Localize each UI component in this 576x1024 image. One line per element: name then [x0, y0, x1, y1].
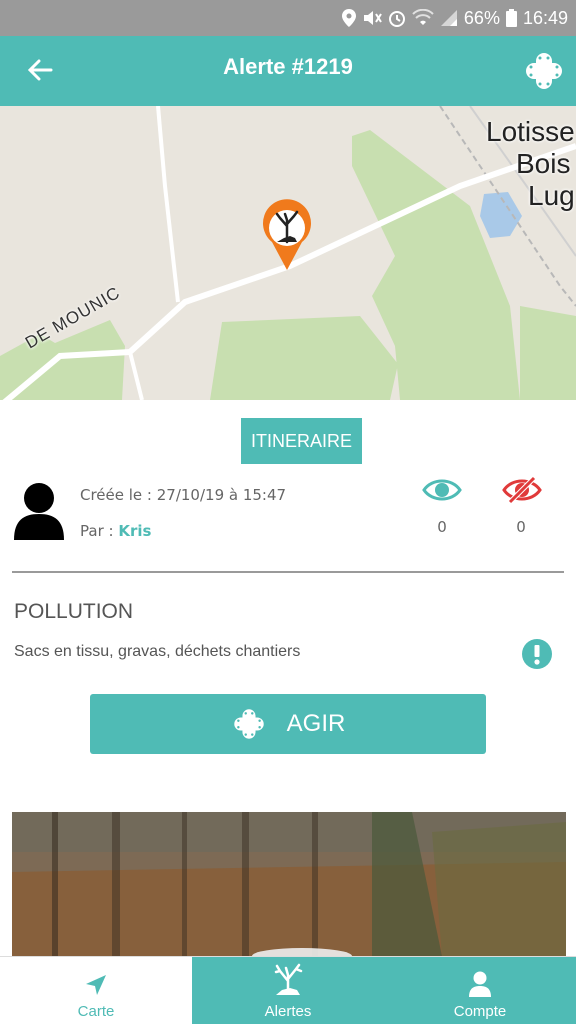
alert-photo[interactable] — [12, 812, 566, 956]
bottom-nav: Carte Alertes Compte — [0, 956, 576, 1024]
act-button[interactable]: AGIR — [90, 694, 486, 754]
act-button-label: AGIR — [286, 710, 346, 737]
eye-off-icon — [502, 476, 542, 504]
nav-item-carte[interactable]: Carte — [0, 957, 192, 1024]
bandage-plus-icon — [526, 53, 562, 89]
status-bar: 66% 16:49 — [0, 0, 576, 36]
views-count: 0 — [437, 518, 447, 536]
nav-label: Compte — [453, 1003, 507, 1020]
nav-item-alertes[interactable]: Alertes — [192, 957, 384, 1024]
user-silhouette-icon — [14, 483, 64, 540]
hidden-button[interactable] — [502, 474, 542, 506]
battery-percent: 66% — [463, 7, 500, 28]
created-date: Créée le : 27/10/19 à 15:47 — [80, 486, 287, 504]
exclamation-icon — [522, 639, 552, 669]
alert-description: Sacs en tissu, gravas, déchets chantiers — [14, 643, 301, 660]
eye-icon — [422, 479, 462, 501]
author-prefix: Par : — [80, 522, 119, 540]
author-name[interactable]: Kris — [118, 522, 151, 540]
forest-photo-image — [12, 812, 566, 956]
bandage-plus-icon — [233, 709, 264, 739]
alarm-icon — [388, 11, 405, 27]
page-title: Alerte #1219 — [223, 54, 353, 79]
forest-area — [520, 306, 576, 400]
nav-label: Carte — [77, 1003, 115, 1020]
status-icons: 66% 16:49 — [341, 0, 568, 36]
nav-item-compte[interactable]: Compte — [384, 957, 576, 1024]
hidden-count: 0 — [516, 518, 526, 536]
alert-category: POLLUTION — [14, 600, 134, 623]
avatar — [14, 482, 64, 540]
bandage-action-button[interactable] — [522, 49, 566, 93]
app-bar: Alerte #1219 — [0, 36, 576, 106]
author-line: Par : Kris — [80, 522, 151, 540]
place-label: Lotisse Bois Lug — [486, 116, 575, 211]
nav-label: Alertes — [264, 1003, 312, 1020]
mute-icon — [363, 11, 382, 25]
wifi-icon — [412, 9, 434, 25]
alert-map[interactable]: Lotisse Bois Lug DE MOUNIC — [0, 106, 576, 400]
signal-icon — [440, 10, 457, 26]
report-button[interactable] — [522, 639, 552, 669]
navigation-arrow-icon — [86, 975, 106, 995]
forest-area — [210, 316, 398, 400]
views-button[interactable] — [422, 474, 462, 506]
divider — [12, 571, 564, 573]
tree-alert-icon — [274, 963, 303, 995]
battery-icon — [505, 9, 517, 27]
location-icon — [341, 9, 356, 27]
itinerary-button[interactable]: ITINERAIRE — [241, 418, 362, 464]
user-icon — [469, 971, 491, 997]
status-time: 16:49 — [522, 7, 568, 28]
